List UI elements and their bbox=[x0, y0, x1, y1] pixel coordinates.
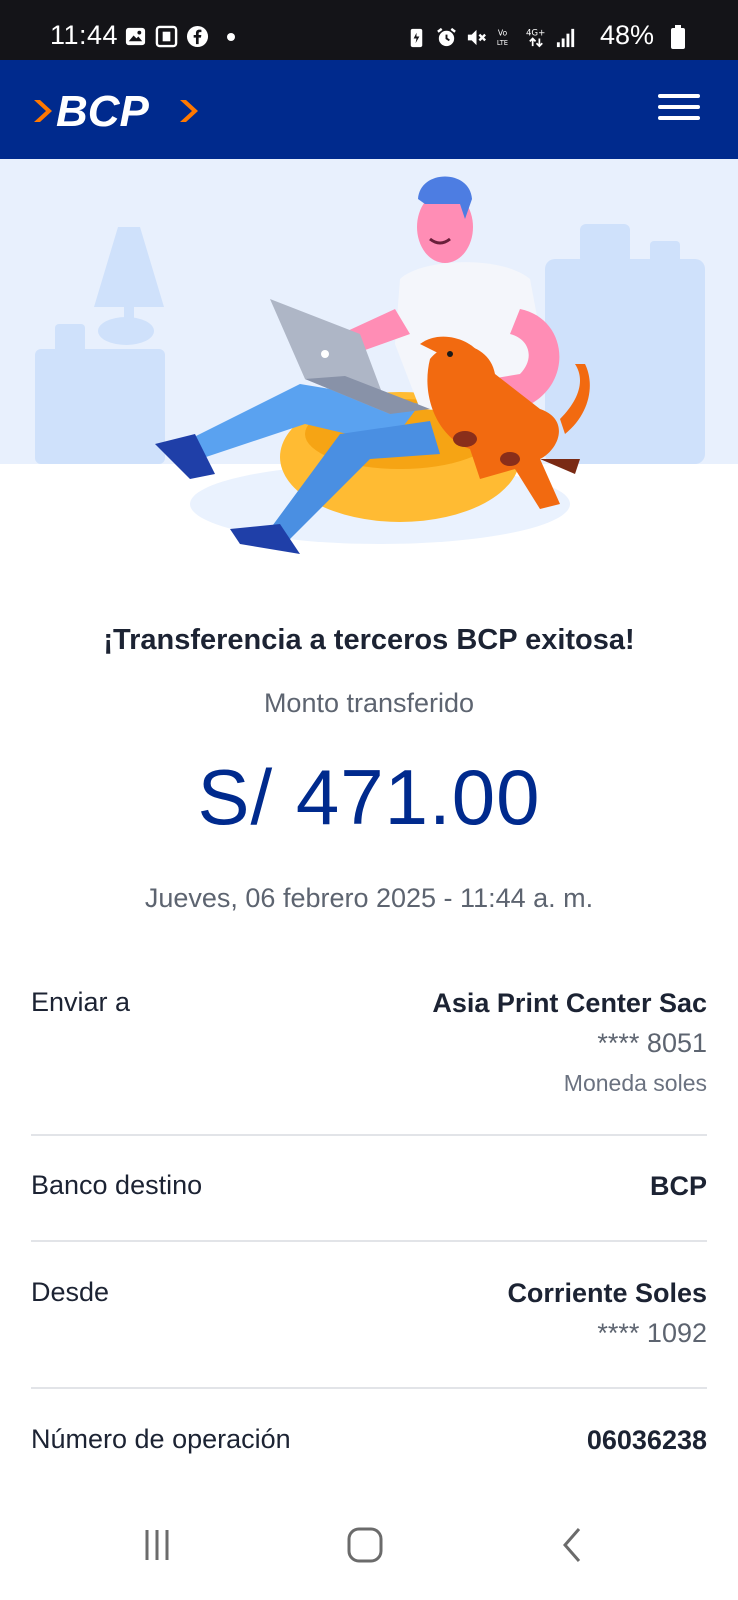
battery-icon bbox=[671, 25, 685, 49]
gallery-icon bbox=[125, 27, 146, 46]
notification-icons bbox=[124, 25, 235, 48]
recipient-account: **** 8051 bbox=[597, 1028, 707, 1058]
svg-text:BCP: BCP bbox=[56, 87, 150, 136]
network-4g-icon: 4G+ bbox=[526, 29, 545, 48]
hamburger-menu-icon[interactable] bbox=[658, 94, 700, 128]
app-header: BCP bbox=[0, 60, 738, 159]
status-bar: 11:44 Vo LTE 4G+ 48% bbox=[0, 0, 738, 60]
bank-label: Banco destino bbox=[31, 1170, 203, 1200]
success-title: ¡Transferencia a terceros BCP exitosa! bbox=[103, 624, 635, 656]
from-values: Corriente Soles **** 1092 bbox=[507, 1277, 707, 1349]
send-to-values: Asia Print Center Sac **** 8051 Moneda s… bbox=[432, 987, 707, 1097]
battery-saver-icon bbox=[410, 28, 423, 48]
system-nav-bar bbox=[0, 1490, 738, 1600]
amount-label: Monto transferido bbox=[263, 688, 475, 718]
signal-icon bbox=[556, 28, 575, 48]
back-icon[interactable] bbox=[545, 1520, 605, 1570]
mute-icon bbox=[467, 29, 486, 46]
transfer-datetime: Jueves, 06 febrero 2025 - 11:44 a. m. bbox=[144, 883, 594, 913]
source-account: **** 1092 bbox=[597, 1318, 707, 1348]
battery-percent: 48% bbox=[599, 20, 654, 50]
system-status-icons: Vo LTE 4G+ bbox=[405, 26, 578, 49]
facebook-icon bbox=[186, 25, 209, 48]
from-label: Desde bbox=[31, 1277, 110, 1307]
screen-recorder-icon bbox=[155, 25, 178, 48]
source-account-type: Corriente Soles bbox=[507, 1278, 707, 1308]
status-time: 11:44 bbox=[50, 20, 119, 50]
volte-icon: Vo LTE bbox=[497, 29, 508, 48]
transfer-amount: S/ 471.00 bbox=[197, 753, 541, 841]
bank-values: BCP bbox=[650, 1170, 707, 1202]
bcp-logo: BCP bbox=[34, 87, 198, 136]
divider bbox=[31, 1134, 707, 1136]
recipient-currency: Moneda soles bbox=[563, 1070, 707, 1096]
send-to-label: Enviar a bbox=[31, 987, 131, 1017]
home-icon[interactable] bbox=[335, 1520, 395, 1570]
svg-text:Vo: Vo bbox=[498, 29, 508, 38]
operation-number: 06036238 bbox=[586, 1425, 707, 1455]
screen: 11:44 Vo LTE 4G+ 48% BCP ¡Transferencia … bbox=[0, 0, 738, 1600]
recent-apps-icon[interactable] bbox=[127, 1520, 187, 1570]
recipient-name: Asia Print Center Sac bbox=[432, 988, 707, 1018]
svg-text:4G+: 4G+ bbox=[526, 29, 545, 39]
operation-label: Número de operación bbox=[31, 1424, 291, 1454]
more-notifications-dot bbox=[227, 32, 235, 41]
bank-value: BCP bbox=[649, 1171, 707, 1201]
operation-values: 06036238 bbox=[587, 1424, 707, 1456]
divider bbox=[31, 1240, 707, 1242]
alarm-icon bbox=[437, 27, 456, 47]
success-illustration bbox=[0, 159, 738, 554]
svg-text:LTE: LTE bbox=[497, 39, 508, 47]
divider bbox=[31, 1387, 707, 1389]
